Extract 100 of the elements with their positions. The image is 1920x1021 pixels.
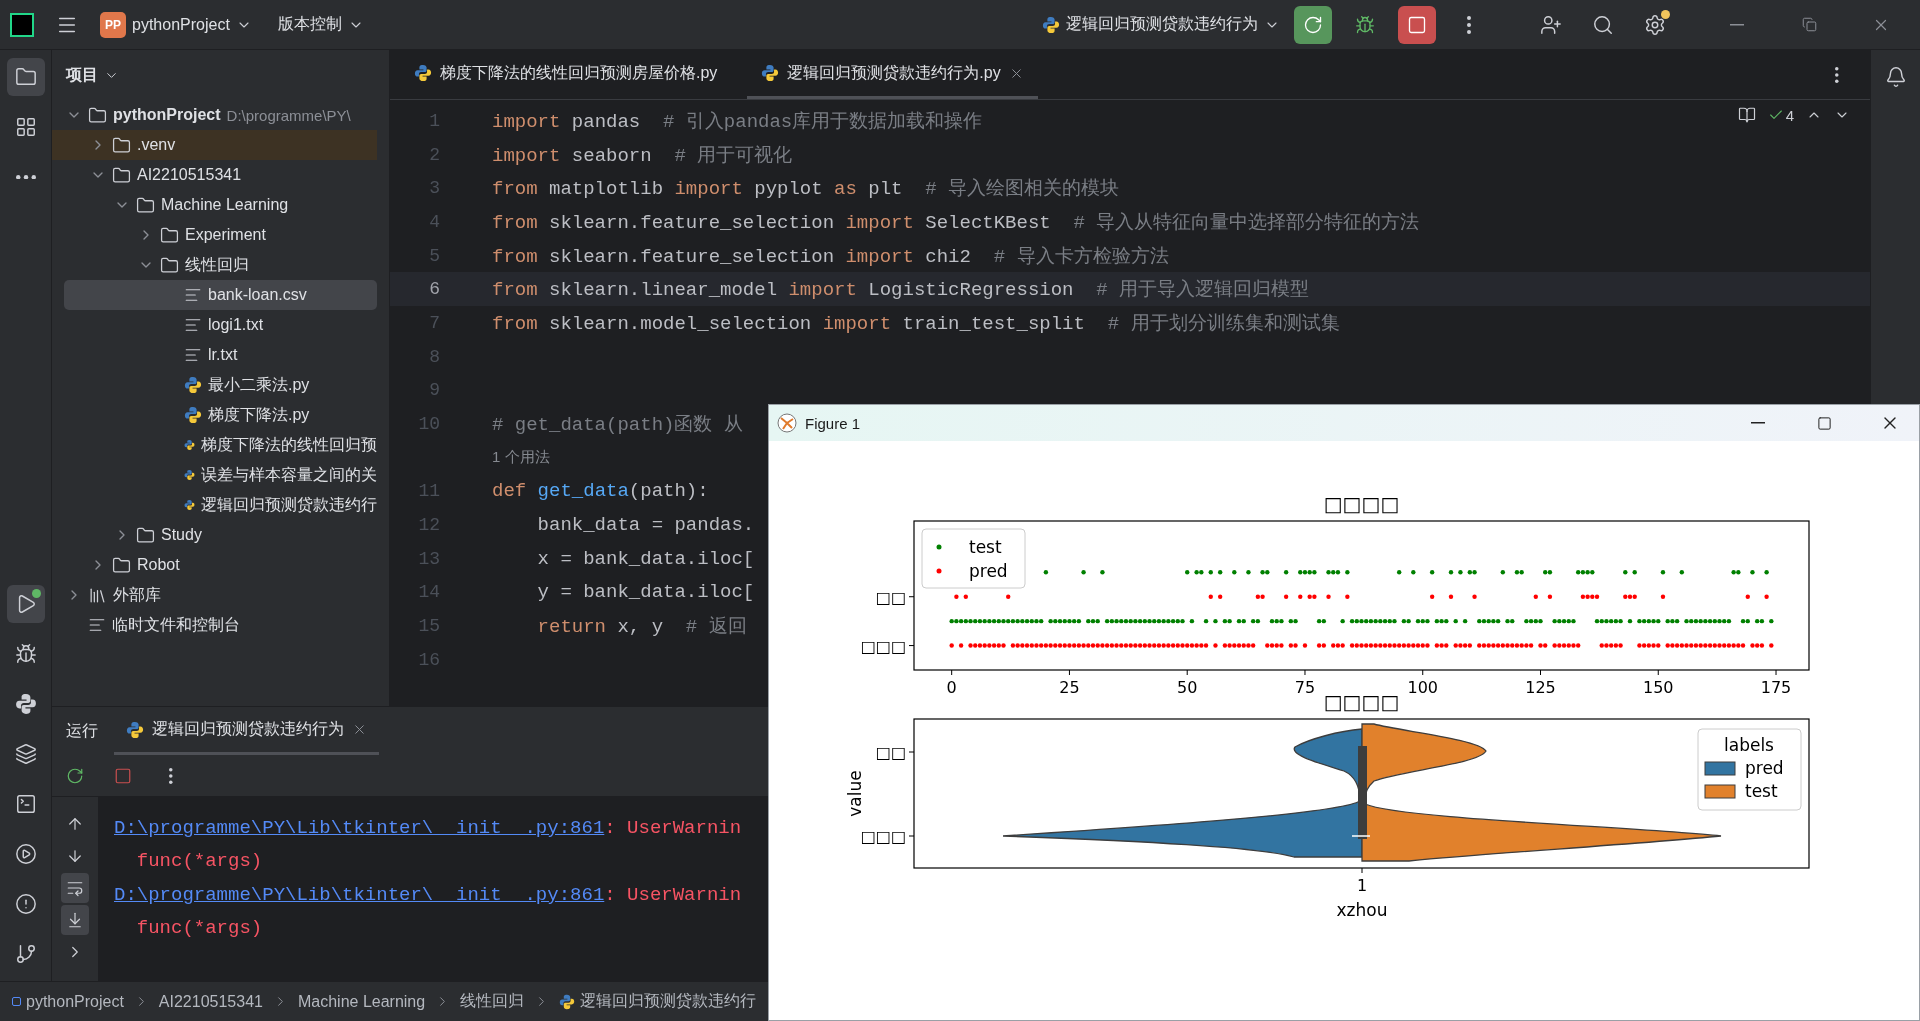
console-tool-button[interactable]: [61, 873, 89, 903]
code-keyword: import: [492, 144, 561, 167]
more-icon: [1835, 66, 1839, 83]
editor-tab[interactable]: 梯度下降法的线性回归预测房屋价格.py: [400, 50, 732, 99]
tree-item[interactable]: 外部库: [52, 580, 377, 610]
console-text: : UserWarnin: [604, 883, 742, 906]
tree-item[interactable]: pythonProject D:\programme\PY\: [52, 100, 377, 130]
legend-label: pred: [969, 561, 1008, 581]
legend-title: labels: [1724, 735, 1774, 755]
breadcrumb[interactable]: 逻辑回归预测贷款违约行: [559, 991, 757, 1012]
tree-item[interactable]: logi1.txt: [52, 310, 377, 340]
code-keyword: from: [492, 178, 538, 201]
code-comment: # 引入pandas库用于数据加载和操作: [663, 110, 983, 133]
x-tick: 150: [1643, 669, 1674, 697]
more-icon: [169, 767, 173, 784]
tree-item[interactable]: AI2210515341: [52, 160, 377, 190]
project-path: D:\programme\PY\: [226, 106, 351, 124]
x-tick: 125: [1525, 669, 1556, 697]
code-comment: # 导入从特征向量中选择部分特征的方法: [1073, 211, 1420, 234]
axis-label: value: [845, 770, 865, 817]
maximize-icon: [1816, 415, 1832, 431]
tree-item[interactable]: 最小二乘法.py: [52, 370, 377, 400]
bell-icon: [1884, 66, 1907, 88]
x-tick: 1: [1356, 867, 1368, 895]
function-name: get_data: [536, 480, 629, 503]
folder-icon: [112, 555, 131, 575]
code-text: seaborn: [570, 144, 653, 167]
code-comment: # 用于导入逻辑回归模型: [1096, 279, 1310, 302]
code-comment: # 返回: [685, 616, 747, 639]
stop-button[interactable]: [1398, 5, 1436, 44]
breadcrumb[interactable]: AI2210515341: [158, 992, 263, 1011]
stop-icon: [1407, 14, 1427, 35]
breadcrumb[interactable]: 线性回归: [460, 991, 525, 1012]
tree-item[interactable]: Study: [52, 520, 377, 550]
breadcrumb[interactable]: pythonProject: [12, 992, 124, 1011]
tree-item[interactable]: Machine Learning: [52, 190, 377, 220]
rerun-button[interactable]: [1294, 5, 1332, 44]
tree-item[interactable]: 梯度下降法的线性回归预: [52, 430, 377, 460]
bug-icon: [1355, 14, 1375, 35]
more-icon: [15, 174, 36, 180]
tree-item[interactable]: 逻辑回归预测贷款违约行: [52, 490, 377, 520]
usage-hint[interactable]: 1 个用法: [492, 448, 550, 468]
editor-tab[interactable]: 逻辑回归预测贷款违约行为.py: [747, 50, 1038, 99]
panel-title[interactable]: 项目: [66, 64, 119, 86]
vcs-dropdown[interactable]: 版本控制: [277, 14, 364, 35]
more-icon: [1467, 15, 1471, 34]
code-text: pandas: [570, 110, 642, 133]
code-text: train_test_split: [901, 312, 1086, 335]
tool-window-button[interactable]: [6, 58, 45, 96]
layers-icon: [14, 743, 37, 765]
code-keyword: as: [834, 178, 857, 201]
console-tool-button[interactable]: [61, 905, 89, 935]
file-link[interactable]: D:\programme\PY\Lib\tkinter\__init__.py:861: [114, 883, 605, 906]
code-text: x = bank_data.iloc[: [536, 547, 755, 570]
code-keyword: import: [492, 110, 561, 133]
tree-item[interactable]: Robot: [52, 550, 377, 580]
tree-item[interactable]: lr.txt: [52, 340, 377, 370]
x-tick: 50: [1177, 669, 1198, 697]
python-icon: [761, 64, 780, 82]
code-text: sklearn.feature_selection: [548, 211, 836, 234]
y-tick: □□: [875, 743, 915, 762]
folder-icon: [136, 195, 155, 215]
folder-icon: [136, 525, 155, 545]
python-icon: [184, 376, 202, 394]
alert-icon: [14, 893, 37, 915]
code-text: SelectKBest: [924, 211, 1052, 234]
run-tab[interactable]: 逻辑回归预测贷款违约行为: [114, 707, 379, 755]
project-dropdown[interactable]: pythonProject: [132, 15, 252, 34]
branch-icon: [14, 943, 37, 965]
inspection-count[interactable]: 4: [1767, 106, 1794, 124]
text-file-icon: [184, 286, 202, 304]
python-icon: [184, 406, 202, 424]
tree-item[interactable]: 临时文件和控制台: [52, 610, 377, 640]
folder-icon: [88, 105, 107, 125]
app-icon: [777, 413, 797, 433]
text-file-icon: [184, 346, 202, 364]
book-icon: [1737, 106, 1756, 124]
tree-item[interactable]: 误差与样本容量之间的关: [52, 460, 377, 490]
file-link[interactable]: D:\programme\PY\Lib\tkinter\__init__.py:861: [114, 816, 605, 839]
code-comment: # 用于划分训练集和测试集: [1107, 312, 1340, 335]
run-config-dropdown[interactable]: 逻辑回归预测贷款违约行为: [1042, 14, 1280, 35]
code-keyword: import: [845, 245, 914, 268]
code-comment: # 用于可视化: [674, 144, 793, 167]
tree-item[interactable]: 线性回归: [52, 250, 377, 280]
code-keyword: return: [536, 616, 607, 639]
tree-item[interactable]: bank-loan.csv: [64, 280, 377, 310]
scratch-file-icon: [88, 616, 106, 634]
play-circle-icon: [14, 843, 37, 865]
folder-icon: [112, 135, 131, 155]
code-text: y = bank_data.iloc[: [536, 581, 755, 604]
x-tick: 25: [1059, 669, 1080, 697]
scroll-end-icon: [66, 911, 84, 929]
breadcrumb[interactable]: Machine Learning: [297, 992, 426, 1011]
folder-icon: [160, 255, 179, 275]
tree-item[interactable]: Experiment: [52, 220, 377, 250]
code-text: LogisticRegression: [867, 279, 1075, 302]
tree-item[interactable]: 梯度下降法.py: [52, 400, 377, 430]
tree-item[interactable]: .venv: [52, 130, 377, 160]
tool-window-button[interactable]: [6, 585, 45, 623]
code-text: sklearn.feature_selection: [548, 245, 836, 268]
